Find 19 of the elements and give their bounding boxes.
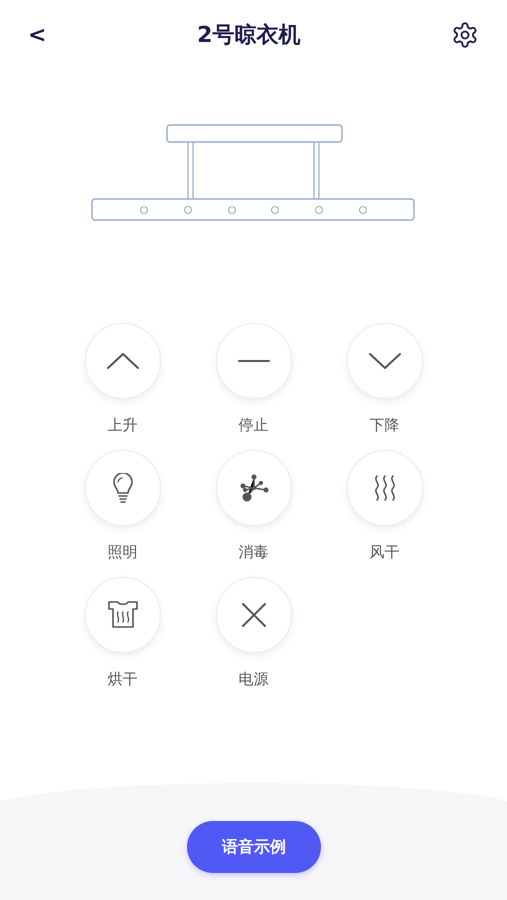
shirt-with-heat-icon bbox=[106, 600, 138, 630]
control-label: 停止 bbox=[238, 415, 268, 435]
voice-examples-button[interactable]: 语音示例 bbox=[187, 821, 321, 873]
control-label: 上升 bbox=[108, 415, 138, 435]
dash-icon bbox=[238, 359, 270, 363]
back-button[interactable]: < bbox=[24, 18, 50, 52]
control-label: 下降 bbox=[370, 415, 400, 435]
control-label: 风干 bbox=[370, 542, 400, 562]
control-label: 照明 bbox=[108, 542, 138, 562]
control-label: 电源 bbox=[238, 669, 268, 689]
close-icon bbox=[240, 602, 266, 628]
control-label: 烘干 bbox=[108, 669, 138, 689]
chevron-up-icon bbox=[106, 352, 140, 370]
control-label: 消毒 bbox=[238, 542, 268, 562]
chevron-down-icon bbox=[368, 352, 402, 370]
light-bulb-icon bbox=[112, 473, 134, 503]
molecule-icon bbox=[238, 473, 268, 503]
settings-icon bbox=[451, 21, 479, 49]
page-title: 2号晾衣机 bbox=[197, 22, 300, 50]
